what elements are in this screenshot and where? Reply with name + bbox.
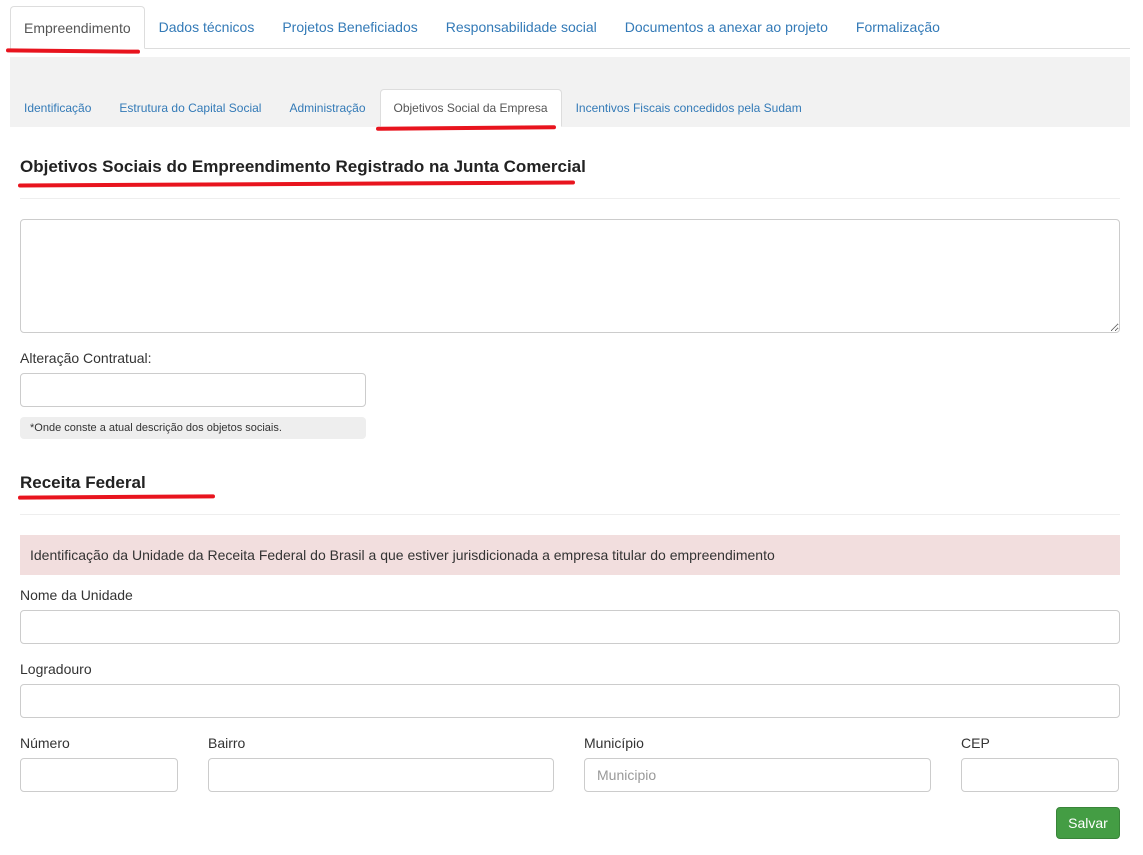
numero-input[interactable] xyxy=(20,758,178,792)
tab-projetos-beneficiados[interactable]: Projetos Beneficiados xyxy=(268,6,431,48)
nome-unidade-input[interactable] xyxy=(20,610,1120,644)
numero-label: Número xyxy=(20,735,70,751)
receita-section-title: Receita Federal xyxy=(20,473,146,492)
cep-input[interactable] xyxy=(961,758,1119,792)
municipio-label: Município xyxy=(584,735,644,751)
save-button[interactable]: Salvar xyxy=(1056,807,1120,839)
tab-empreendimento[interactable]: Empreendimento xyxy=(10,6,145,49)
bairro-input[interactable] xyxy=(208,758,554,792)
divider xyxy=(20,514,1120,515)
annotation-underline xyxy=(5,48,141,54)
tab-formalizacao[interactable]: Formalização xyxy=(842,6,954,48)
subtab-estrutura-capital-social[interactable]: Estrutura do Capital Social xyxy=(105,89,275,127)
tab-dados-tecnicos[interactable]: Dados técnicos xyxy=(145,6,269,48)
bairro-label: Bairro xyxy=(208,735,246,751)
divider xyxy=(20,198,1120,199)
objetivos-section-title: Objetivos Sociais do Empreendimento Regi… xyxy=(20,157,586,176)
municipio-input[interactable] xyxy=(584,758,931,792)
tab-documentos-anexar[interactable]: Documentos a anexar ao projeto xyxy=(611,6,842,48)
nome-unidade-label: Nome da Unidade xyxy=(20,587,133,603)
logradouro-input[interactable] xyxy=(20,684,1120,718)
tab-responsabilidade-social[interactable]: Responsabilidade social xyxy=(432,6,611,48)
subtab-administracao[interactable]: Administração xyxy=(275,89,379,127)
alteracao-contratual-label: Alteração Contratual: xyxy=(20,350,152,366)
help-text: *Onde conste a atual descrição dos objet… xyxy=(20,417,366,439)
subtab-objetivos-social[interactable]: Objetivos Social da Empresa xyxy=(379,89,562,127)
alteracao-contratual-input[interactable] xyxy=(20,373,366,407)
subtab-identificacao[interactable]: Identificação xyxy=(10,89,105,127)
top-tabs: Empreendimento Dados técnicos Projetos B… xyxy=(10,6,1130,49)
subtab-incentivos-fiscais[interactable]: Incentivos Fiscais concedidos pela Sudam xyxy=(562,89,816,127)
sub-tabs: Identificação Estrutura do Capital Socia… xyxy=(10,89,1130,127)
receita-info-alert: Identificação da Unidade da Receita Fede… xyxy=(20,535,1120,575)
logradouro-label: Logradouro xyxy=(20,661,92,677)
objetivos-textarea[interactable] xyxy=(20,219,1120,333)
cep-label: CEP xyxy=(961,735,990,751)
